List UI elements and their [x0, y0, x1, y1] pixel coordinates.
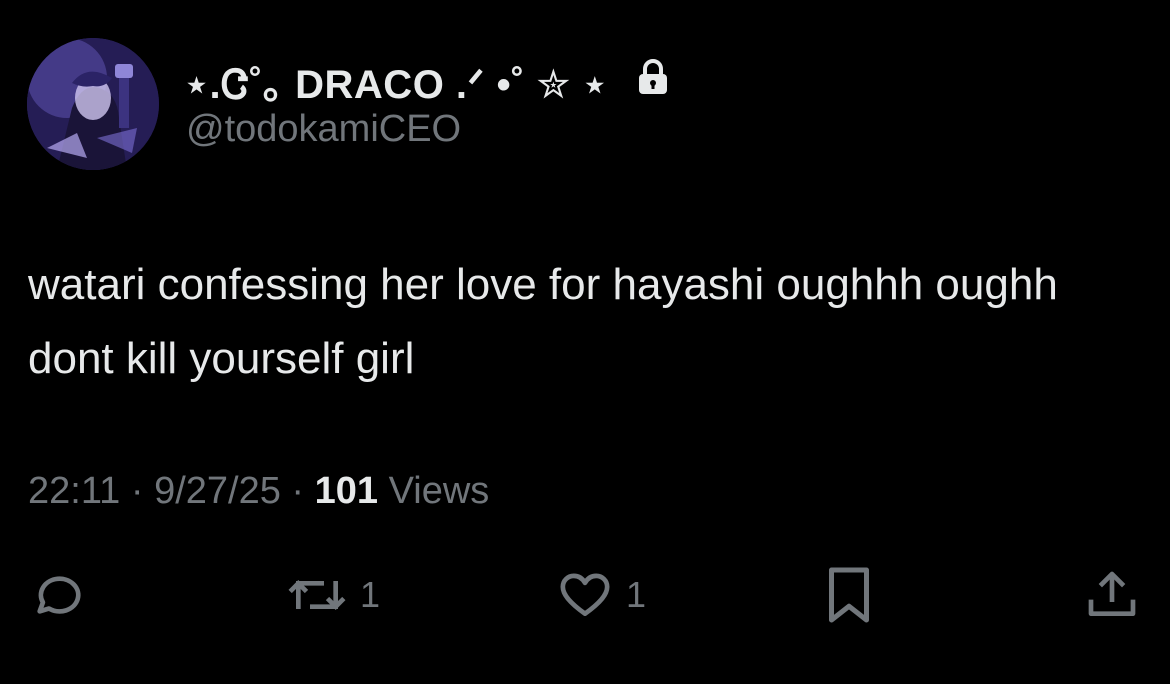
tweet-text: watari confessing her love for hayashi o… — [28, 260, 1058, 383]
reply-icon — [37, 576, 81, 614]
like-button[interactable]: 1 — [556, 560, 646, 630]
views-label: Views — [378, 470, 490, 512]
avatar[interactable] — [27, 38, 159, 170]
reply-button[interactable] — [28, 560, 84, 630]
tweet-meta: 22:11 · 9/27/25 · 101 Views — [28, 470, 489, 513]
heart-icon — [560, 573, 610, 616]
share-button[interactable] — [1084, 560, 1140, 630]
meta-separator: · — [280, 470, 315, 512]
retweet-count: 1 — [360, 574, 381, 615]
bookmark-icon — [829, 567, 869, 623]
handle[interactable]: @todokamiCEO — [186, 108, 461, 151]
tweet: ⋆.Ꮳ˚｡ DRACO .ᐟ •˚ ✮ ⋆ @todokamiCEO watar… — [0, 0, 1170, 684]
views-count[interactable]: 101 — [315, 470, 378, 512]
bookmark-button[interactable] — [824, 560, 874, 630]
retweet-button[interactable]: 1 — [286, 560, 380, 630]
meta-separator: · — [120, 470, 155, 512]
share-icon — [1088, 571, 1136, 616]
retweet-icon — [288, 580, 346, 610]
tweet-time[interactable]: 22:11 — [28, 470, 120, 512]
avatar-image — [27, 38, 159, 170]
action-bar: 1 1 — [0, 560, 1170, 630]
lock-icon — [639, 59, 667, 94]
tweet-date[interactable]: 9/27/25 — [154, 470, 281, 512]
like-count: 1 — [626, 574, 647, 615]
display-name[interactable]: ⋆.Ꮳ˚｡ DRACO .ᐟ •˚ ✮ ⋆ — [184, 52, 608, 110]
